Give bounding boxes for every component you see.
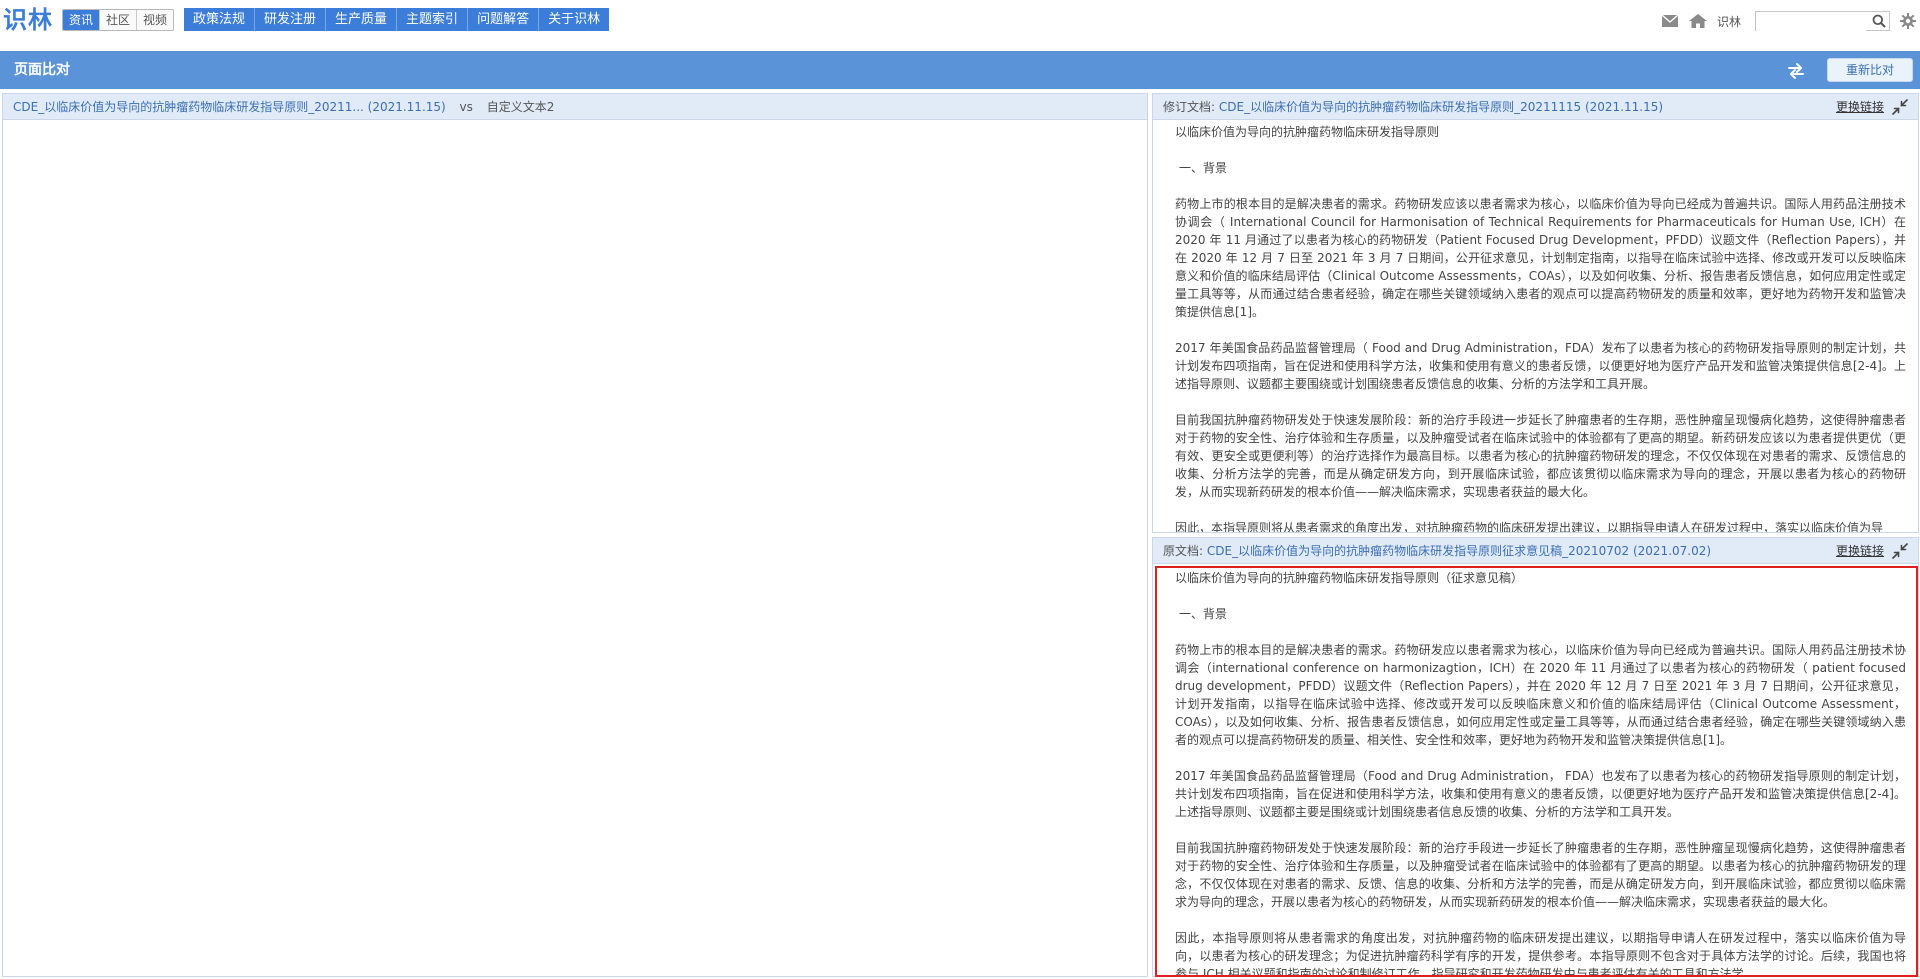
- original-section-heading: 一、背景: [1179, 607, 1228, 621]
- site-logo[interactable]: 识林: [3, 5, 53, 35]
- original-paragraph: 目前我国抗肿瘤药物研发处于快速发展阶段：新的治疗手段进一步延长了肿瘤患者的生存期…: [1175, 841, 1906, 909]
- user-label[interactable]: 识林: [1717, 13, 1741, 30]
- original-paragraph: 药物上市的根本目的是解决患者的需求。药物研发应以患者需求为核心，以临床价值为导向…: [1175, 643, 1906, 747]
- search-input[interactable]: [1756, 14, 1866, 32]
- revised-section-heading: 一、背景: [1179, 161, 1228, 175]
- revised-doc-header: 修订文档: CDE_以临床价值为导向的抗肿瘤药物临床研发指导原则_2021111…: [1153, 94, 1918, 120]
- content-type-switch: 资讯 社区 视频: [62, 9, 175, 31]
- top-navigation-bar: 识林 资讯 社区 视频 政策法规 研发注册 生产质量 主题索引 问题解答 关于识…: [0, 0, 1920, 40]
- nav-policy[interactable]: 政策法规: [184, 8, 254, 31]
- revised-paragraph: 药物上市的根本目的是解决患者的需求。药物研发应该以患者需求为核心，以临床价值为导…: [1175, 197, 1906, 319]
- recompare-button[interactable]: 重新比对: [1827, 58, 1913, 82]
- swap-icon[interactable]: [1785, 60, 1807, 82]
- original-doc-title: 以临床价值为导向的抗肿瘤药物临床研发指导原则（征求意见稿）: [1175, 571, 1524, 585]
- page-title-bar: 页面比对 重新比对: [0, 51, 1920, 89]
- original-doc-header: 原文档: CDE_以临床价值为导向的抗肿瘤药物临床研发指导原则征求意见稿_202…: [1153, 538, 1918, 564]
- replace-link-button[interactable]: 更换链接: [1836, 538, 1884, 564]
- original-paragraph: 因此，本指导原则将从患者需求的角度出发，对抗肿瘤药物的临床研发提出建议，以期指导…: [1175, 931, 1906, 976]
- top-right-tools: 识林: [1661, 10, 1920, 32]
- gear-icon[interactable]: [1900, 13, 1916, 29]
- search-icon[interactable]: [1872, 14, 1886, 28]
- home-icon[interactable]: [1688, 14, 1707, 28]
- revised-doc-link[interactable]: CDE_以临床价值为导向的抗肿瘤药物临床研发指导原则_20211115 (202…: [1219, 100, 1663, 114]
- nav-production-quality[interactable]: 生产质量: [325, 8, 396, 31]
- mail-icon[interactable]: [1661, 14, 1679, 28]
- original-doc-link[interactable]: CDE_以临床价值为导向的抗肿瘤药物临床研发指导原则征求意见稿_20210702…: [1207, 544, 1711, 558]
- original-doc-body: 以临床价值为导向的抗肿瘤药物临床研发指导原则（征求意见稿） 一、背景 药物上市的…: [1175, 568, 1906, 976]
- revised-doc-title: 以临床价值为导向的抗肿瘤药物临床研发指导原则: [1175, 125, 1440, 139]
- nav-topic-index[interactable]: 主题索引: [396, 8, 467, 31]
- nav-about[interactable]: 关于识林: [538, 8, 609, 31]
- page-title: 页面比对: [14, 62, 70, 78]
- replace-link-button[interactable]: 更换链接: [1836, 94, 1884, 120]
- revised-paragraph: 因此，本指导原则将从患者需求的角度出发，对抗肿瘤药物的临床研发提出建议，以期指导…: [1175, 521, 1884, 532]
- compared-doc-link[interactable]: CDE_以临床价值为导向的抗肿瘤药物临床研发指导原则_20211... (202…: [13, 100, 446, 114]
- shrink-icon[interactable]: [1892, 543, 1908, 559]
- segment-video[interactable]: 视频: [136, 10, 174, 30]
- comparison-header: CDE_以临床价值为导向的抗肿瘤药物临床研发指导原则_20211... (202…: [3, 94, 1147, 120]
- shrink-icon[interactable]: [1892, 99, 1908, 115]
- revised-document-panel: 修订文档: CDE_以临床价值为导向的抗肿瘤药物临床研发指导原则_2021111…: [1152, 93, 1919, 533]
- comparison-result-panel: CDE_以临床价值为导向的抗肿瘤药物临床研发指导原则_20211... (202…: [2, 93, 1148, 977]
- nav-rd-registration[interactable]: 研发注册: [254, 8, 325, 31]
- original-document-panel: 原文档: CDE_以临床价值为导向的抗肿瘤药物临床研发指导原则征求意见稿_202…: [1152, 537, 1919, 977]
- revised-doc-label: 修订文档:: [1163, 100, 1216, 114]
- revised-paragraph: 2017 年美国食品药品监督管理局（ Food and Drug Adminis…: [1175, 341, 1906, 391]
- segment-community[interactable]: 社区: [99, 10, 137, 30]
- revised-paragraph: 目前我国抗肿瘤药物研发处于快速发展阶段：新的治疗手段进一步延长了肿瘤患者的生存期…: [1175, 413, 1906, 499]
- revised-doc-body: 以临床价值为导向的抗肿瘤药物临床研发指导原则 一、背景 药物上市的根本目的是解决…: [1175, 122, 1906, 532]
- main-nav: 政策法规 研发注册 生产质量 主题索引 问题解答 关于识林: [184, 8, 610, 31]
- vs-label: vs: [459, 100, 473, 114]
- segment-news[interactable]: 资讯: [63, 10, 100, 30]
- original-doc-label: 原文档:: [1163, 544, 1204, 558]
- search-field: [1755, 11, 1890, 32]
- nav-qa[interactable]: 问题解答: [467, 8, 538, 31]
- custom-text-label: 自定义文本2: [486, 100, 555, 114]
- original-paragraph: 2017 年美国食品药品监督管理局（Food and Drug Administ…: [1175, 769, 1906, 819]
